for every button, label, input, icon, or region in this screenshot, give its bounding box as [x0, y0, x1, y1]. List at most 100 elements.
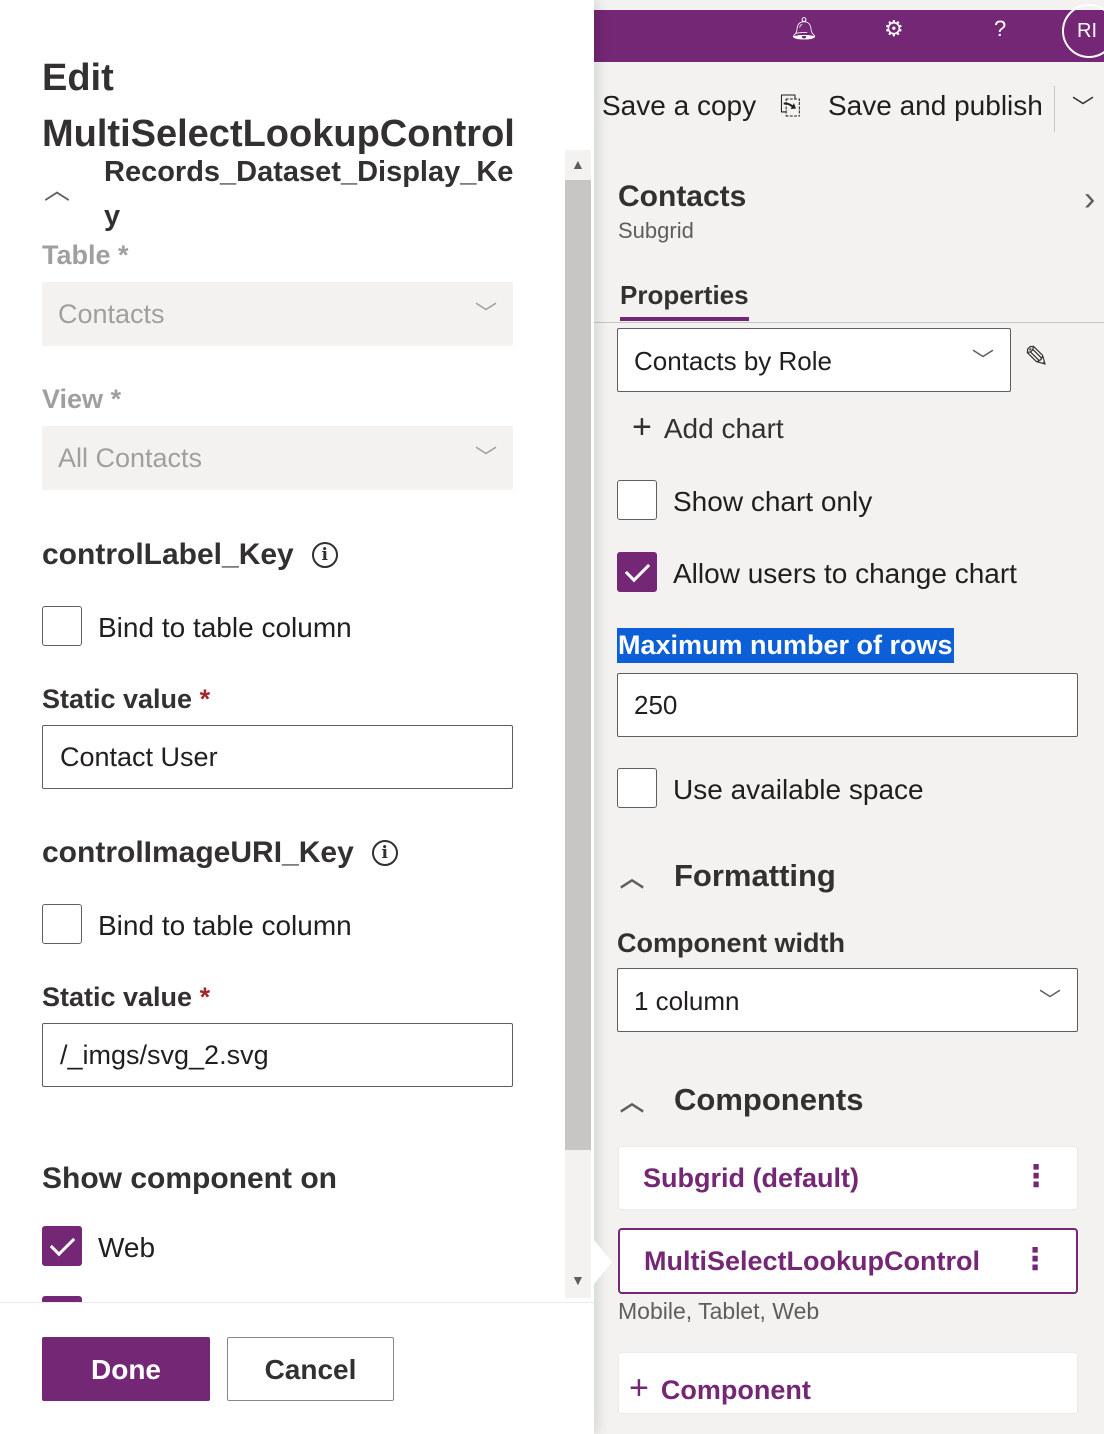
- top-app-bar: 🔔︎ ⚙︎ ? RI: [594, 4, 1104, 62]
- info-icon[interactable]: i: [311, 542, 338, 568]
- info-icon[interactable]: i: [371, 840, 398, 866]
- table-label-text: Table: [42, 240, 111, 270]
- dataset-section-header: Records_Dataset_Display_Key: [104, 156, 514, 232]
- panel-subtitle: Subgrid: [618, 218, 694, 243]
- scrollbar-thumb[interactable]: [565, 180, 591, 1150]
- web-label: Web: [98, 1232, 156, 1263]
- properties-pane: 🔔︎ ⚙︎ ? RI Save a copy ⎘ Save and publis…: [594, 0, 1104, 1434]
- bind-to-column-checkbox[interactable]: [42, 606, 82, 646]
- bind-to-column-checkbox[interactable]: [42, 904, 82, 944]
- control-label-key-heading: controlLabel_Key i: [42, 538, 338, 572]
- chevron-down-icon[interactable]: ﹀: [1072, 90, 1094, 122]
- command-bar: Save a copy ⎘ Save and publish ﹀: [594, 62, 1104, 154]
- tab-properties[interactable]: Properties: [620, 280, 749, 321]
- required-mark: *: [199, 684, 211, 714]
- static-value-label-text: Static value: [42, 684, 193, 714]
- bind-to-column-label: Bind to table column: [98, 910, 352, 941]
- save-a-copy-button[interactable]: Save a copy: [602, 90, 756, 122]
- max-rows-input[interactable]: 250: [617, 673, 1078, 737]
- formatting-section-header[interactable]: ︿ Formatting: [620, 858, 836, 894]
- static-value-label: Static value *: [42, 982, 210, 1013]
- formatting-header-text: Formatting: [674, 858, 836, 893]
- component-label: Subgrid (default): [643, 1163, 859, 1193]
- close-icon[interactable]: ›: [1084, 180, 1095, 219]
- show-chart-only-checkbox[interactable]: [617, 480, 657, 520]
- component-width-value: 1 column: [634, 986, 740, 1016]
- publish-icon: ⎘: [780, 90, 801, 120]
- save-and-publish-button[interactable]: Save and publish: [828, 90, 1043, 122]
- chevron-down-icon: ﹀: [971, 348, 994, 373]
- table-select: Contacts ﹀: [42, 282, 513, 346]
- chart-select[interactable]: Contacts by Role ﹀: [617, 328, 1011, 392]
- show-component-on-heading: Show component on: [42, 1162, 337, 1195]
- component-card-subgrid[interactable]: Subgrid (default) ⋮: [618, 1146, 1078, 1210]
- bind-to-column-label: Bind to table column: [98, 612, 352, 643]
- scroll-down-icon[interactable]: ▼: [571, 1272, 585, 1288]
- tab-divider: [594, 322, 1104, 323]
- static-value-input[interactable]: Contact User: [42, 725, 513, 789]
- help-icon[interactable]: ?: [994, 16, 1006, 42]
- control-image-key-heading: controlImageURI_Key i: [42, 836, 398, 870]
- required-mark: *: [199, 982, 211, 1012]
- component-label: MultiSelectLookupControl: [644, 1246, 980, 1276]
- plus-icon: +: [629, 1369, 649, 1407]
- add-component-button[interactable]: + Component: [618, 1352, 1078, 1414]
- control-label-key-text: controlLabel_Key: [42, 538, 294, 571]
- more-options-icon[interactable]: ⋮: [1021, 1159, 1051, 1194]
- view-label: View *: [42, 384, 121, 415]
- static-value-label-text: Static value: [42, 982, 193, 1012]
- static-value-input[interactable]: /_imgs/svg_2.svg: [42, 1023, 513, 1087]
- show-chart-only-label: Show chart only: [673, 486, 873, 517]
- chevron-up-icon: ︿: [620, 1089, 644, 1116]
- table-label: Table *: [42, 240, 129, 271]
- chevron-up-icon: ︿: [620, 865, 644, 892]
- avatar[interactable]: RI: [1062, 4, 1104, 58]
- edit-dialog: Edit MultiSelectLookupControl ︿ Records_…: [0, 0, 594, 1434]
- components-header-text: Components: [674, 1082, 864, 1117]
- view-value: All Contacts: [58, 443, 203, 473]
- chevron-down-icon: ﹀: [1038, 988, 1061, 1013]
- done-button[interactable]: Done: [42, 1337, 210, 1401]
- view-label-text: View: [42, 384, 104, 414]
- view-select: All Contacts ﹀: [42, 426, 513, 490]
- allow-change-chart-label: Allow users to change chart: [673, 558, 1017, 589]
- static-value-text: Contact User: [60, 742, 218, 772]
- scroll-up-icon[interactable]: ▲: [571, 156, 585, 172]
- chevron-down-icon: ﹀: [474, 301, 497, 326]
- dialog-scrollbar[interactable]: ▲ ▼: [565, 150, 591, 1298]
- table-value: Contacts: [58, 299, 165, 329]
- dialog-title: Edit MultiSelectLookupControl: [42, 57, 515, 155]
- use-available-space-label: Use available space: [673, 774, 924, 805]
- components-section-header[interactable]: ︿ Components: [620, 1082, 863, 1118]
- callout-pointer: [594, 1240, 612, 1284]
- static-value-text: /_imgs/svg_2.svg: [60, 1040, 269, 1070]
- divider: [1054, 86, 1055, 132]
- required-mark: *: [118, 240, 129, 270]
- control-image-key-text: controlImageURI_Key: [42, 836, 354, 869]
- dialog-footer: Done Cancel: [0, 1302, 594, 1434]
- add-component-label: Component: [660, 1375, 811, 1405]
- static-value-label: Static value *: [42, 684, 210, 715]
- web-checkbox[interactable]: [42, 1226, 82, 1266]
- component-width-label: Component width: [617, 928, 845, 958]
- use-available-space-checkbox[interactable]: [617, 768, 657, 808]
- component-platforms: Mobile, Tablet, Web: [618, 1298, 820, 1324]
- chevron-down-icon: ﹀: [474, 445, 497, 470]
- component-width-select[interactable]: 1 column ﹀: [617, 968, 1078, 1032]
- max-rows-label: Maximum number of rows: [617, 628, 954, 663]
- add-chart-button[interactable]: + Add chart: [632, 408, 784, 447]
- gear-icon[interactable]: ⚙︎: [884, 16, 904, 42]
- more-options-icon[interactable]: ⋮: [1020, 1242, 1050, 1277]
- component-card-multiselect[interactable]: MultiSelectLookupControl ⋮: [618, 1228, 1078, 1294]
- required-mark: *: [110, 384, 122, 414]
- allow-change-chart-checkbox[interactable]: [617, 552, 657, 592]
- bell-icon[interactable]: 🔔︎: [790, 16, 818, 42]
- chart-select-value: Contacts by Role: [634, 346, 832, 376]
- edit-pencil-icon[interactable]: ✎: [1024, 340, 1049, 375]
- plus-icon: +: [632, 408, 652, 446]
- panel-title: Contacts: [618, 180, 747, 213]
- max-rows-value: 250: [634, 690, 678, 720]
- chevron-up-icon[interactable]: ︿: [44, 170, 70, 207]
- add-chart-label: Add chart: [663, 413, 784, 444]
- cancel-button[interactable]: Cancel: [227, 1337, 394, 1401]
